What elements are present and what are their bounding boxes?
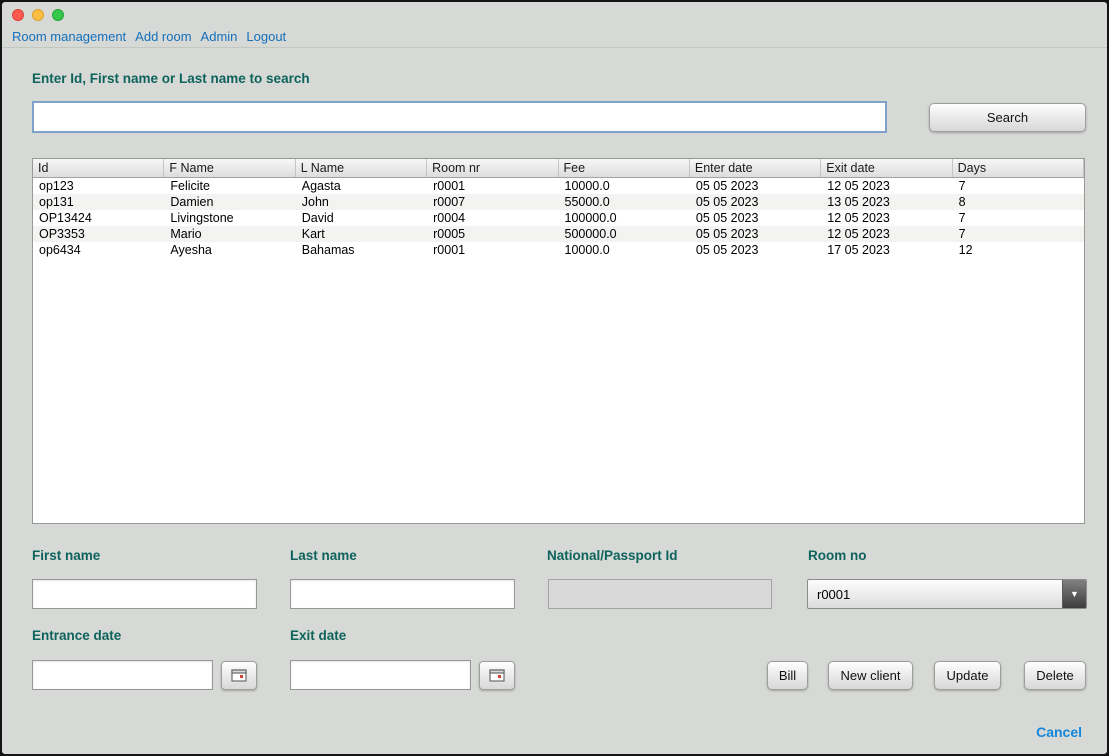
table-cell: OP13424 — [39, 211, 92, 225]
national-id-label: National/Passport Id — [547, 548, 678, 563]
table-cell: r0005 — [433, 227, 466, 241]
table-body: op123 Felicite Agasta r0001 10000.0 05 05 202… — [33, 178, 1084, 258]
column-header-fee[interactable]: Fee — [559, 159, 690, 177]
calendar-icon — [489, 669, 505, 682]
search-button[interactable]: Search — [929, 103, 1086, 132]
table-cell: 05 05 2023 — [695, 243, 759, 257]
table-row[interactable]: op131 Damien John r0007 55000.0 05 05 2023 13 … — [33, 194, 1084, 210]
table-cell: 55000.0 — [564, 195, 610, 209]
chevron-down-icon: ▼ — [1062, 580, 1086, 608]
last-name-label: Last name — [290, 548, 357, 563]
table-cell: 13 05 2023 — [827, 195, 890, 209]
table-cell: Damien — [170, 195, 214, 209]
zoom-button[interactable] — [52, 9, 64, 21]
table-cell: r0001 — [433, 243, 466, 257]
table-cell: David — [301, 211, 334, 225]
table-cell: 8 — [958, 195, 966, 209]
table-cell: John — [301, 195, 329, 209]
table-cell: Kart — [301, 227, 325, 241]
column-header-id[interactable]: Id — [33, 159, 165, 177]
search-input[interactable] — [32, 101, 887, 133]
table-cell: 7 — [958, 227, 966, 241]
table-cell: Felicite — [170, 179, 210, 193]
table-cell: r0004 — [433, 211, 466, 225]
table-cell: 12 05 2023 — [827, 179, 890, 193]
table-cell: 10000.0 — [564, 179, 610, 193]
exit-date-label: Exit date — [290, 628, 347, 643]
table-header: Id F Name L Name Room nr Fee Enter date Exit d… — [33, 159, 1084, 178]
room-no-selected-value: r0001 — [817, 586, 851, 602]
exit-date-calendar-button[interactable] — [479, 661, 515, 690]
menu-item-admin[interactable]: Admin — [201, 29, 238, 44]
table-cell: 100000.0 — [564, 211, 617, 225]
table-cell: Livingstone — [170, 211, 234, 225]
window-controls — [12, 9, 64, 21]
column-header-f-name[interactable]: F Name — [164, 159, 296, 177]
menu-item-logout[interactable]: Logout — [246, 29, 286, 44]
table-row[interactable]: OP3353 Mario Kart r0005 500000.0 05 05 2023 12… — [33, 226, 1084, 242]
menu-item-room-management[interactable]: Room management — [12, 29, 126, 44]
room-no-select[interactable]: r0001 ▼ — [807, 579, 1087, 609]
exit-date-input[interactable] — [290, 660, 471, 690]
table-row[interactable]: op6434 Ayesha Bahamas r0001 10000.0 05 05 202… — [33, 242, 1084, 258]
table-cell: 05 05 2023 — [695, 227, 759, 241]
table-cell: op6434 — [39, 243, 81, 257]
table-cell: OP3353 — [39, 227, 85, 241]
close-button[interactable] — [12, 9, 24, 21]
last-name-input[interactable] — [290, 579, 515, 609]
delete-button[interactable]: Delete — [1024, 661, 1086, 690]
table-cell: 05 05 2023 — [695, 195, 759, 209]
first-name-label: First name — [32, 548, 101, 563]
table-cell: 05 05 2023 — [695, 211, 759, 225]
table-cell: Ayesha — [170, 243, 212, 257]
table-cell: op123 — [39, 179, 74, 193]
table-cell: 500000.0 — [564, 227, 617, 241]
table-cell: 12 — [958, 243, 973, 257]
entrance-date-calendar-button[interactable] — [221, 661, 257, 690]
table-cell: Mario — [170, 227, 202, 241]
table-cell: 12 05 2023 — [827, 211, 890, 225]
column-header-enter-date[interactable]: Enter date — [690, 159, 822, 177]
table-cell: 05 05 2023 — [695, 179, 759, 193]
table-cell: Bahamas — [301, 243, 355, 257]
guest-table: Id F Name L Name Room nr Fee Enter date Exit d… — [32, 158, 1085, 524]
first-name-input[interactable] — [32, 579, 257, 609]
app-window: Room management Add room Admin Logout Enter… — [0, 0, 1109, 756]
calendar-icon — [231, 669, 247, 682]
column-header-exit-date[interactable]: Exit date — [821, 159, 953, 177]
table-cell: op131 — [39, 195, 74, 209]
table-row[interactable]: op123 Felicite Agasta r0001 10000.0 05 05 202… — [33, 178, 1084, 194]
entrance-date-label: Entrance date — [32, 628, 122, 643]
title-bar — [2, 2, 1107, 26]
table-cell: 7 — [958, 211, 966, 225]
room-no-label: Room no — [808, 548, 867, 563]
bill-button[interactable]: Bill — [767, 661, 808, 690]
update-button[interactable]: Update — [934, 661, 1001, 690]
table-cell: Agasta — [301, 179, 341, 193]
column-header-room-nr[interactable]: Room nr — [427, 159, 559, 177]
minimize-button[interactable] — [32, 9, 44, 21]
new-client-button[interactable]: New client — [828, 661, 913, 690]
table-cell: 7 — [958, 179, 966, 193]
entrance-date-input[interactable] — [32, 660, 213, 690]
table-cell: 17 05 2023 — [827, 243, 890, 257]
column-header-l-name[interactable]: L Name — [296, 159, 428, 177]
table-cell: r0001 — [433, 179, 466, 193]
table-cell: 10000.0 — [564, 243, 610, 257]
search-label: Enter Id, First name or Last name to sea… — [32, 71, 310, 86]
menu-bar: Room management Add room Admin Logout — [2, 26, 1107, 48]
column-header-days[interactable]: Days — [953, 159, 1084, 177]
menu-item-add-room[interactable]: Add room — [135, 29, 191, 44]
national-id-input — [548, 579, 772, 609]
cancel-link[interactable]: Cancel — [1036, 724, 1082, 740]
table-row[interactable]: OP13424 Livingstone David r0004 100000.0 05 0… — [33, 210, 1084, 226]
table-cell: r0007 — [433, 195, 466, 209]
table-cell: 12 05 2023 — [827, 227, 890, 241]
